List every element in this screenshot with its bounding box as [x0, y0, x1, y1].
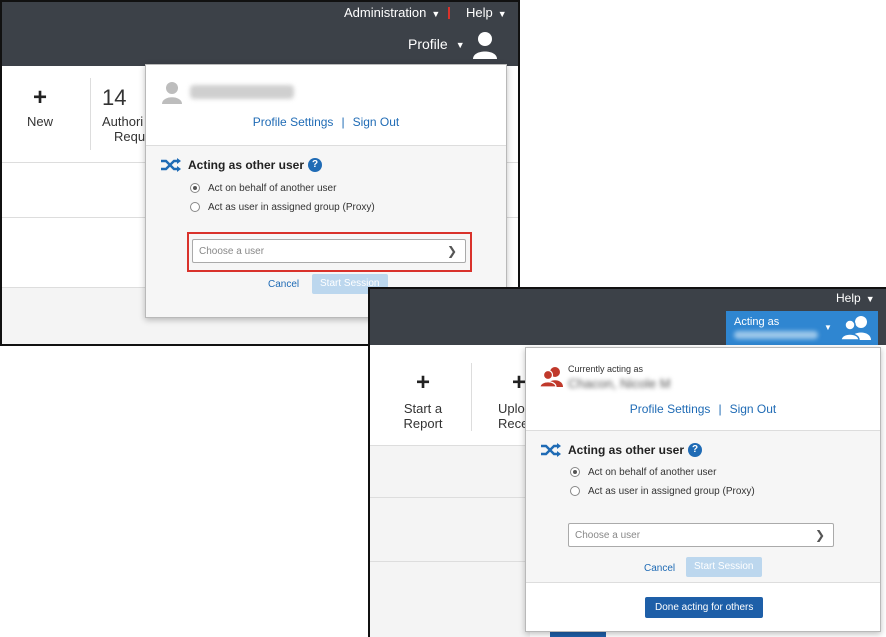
acting-as-menu[interactable]: Acting as ▼: [726, 311, 878, 345]
option-proxy-label: Act as user in assigned group (Proxy): [208, 202, 375, 213]
menu-divider: [448, 7, 450, 19]
acting-user-name: Chacon, Nicole M: [568, 376, 671, 391]
acting-heading-row: Acting as other user?: [540, 441, 703, 459]
radio-behalf[interactable]: [190, 183, 200, 194]
blurred-acting-name: [734, 331, 818, 339]
acting-as-label: Acting as: [734, 316, 780, 328]
help-label: Help: [836, 291, 861, 305]
acting-heading-row: Acting as other user?: [160, 156, 323, 174]
sign-out-link[interactable]: Sign Out: [353, 115, 400, 129]
start-report-line1: Start a: [403, 401, 443, 416]
chevron-down-icon: ❯: [446, 244, 457, 258]
profile-links: Profile Settings | Sign Out: [146, 113, 506, 131]
caret-down-icon: ▼: [455, 40, 465, 51]
acting-heading: Acting as other user: [188, 158, 305, 172]
help-icon[interactable]: ?: [308, 157, 323, 172]
proxy-users-icon: [540, 367, 563, 388]
caret-down-icon: ▼: [431, 8, 441, 19]
radio-proxy[interactable]: [570, 486, 580, 497]
shuffle-icon: [161, 157, 181, 172]
shuffle-icon: [541, 442, 561, 457]
row-divider: [370, 497, 530, 498]
profile-links: Profile Settings | Sign Out: [526, 400, 880, 418]
radio-behalf[interactable]: [570, 467, 580, 478]
option-behalf-label: Act on behalf of another user: [208, 183, 337, 194]
caret-down-icon: ▼: [865, 293, 875, 304]
link-separator: |: [341, 115, 345, 129]
top-navigation-bar: Help ▼ Acting as ▼: [370, 289, 886, 345]
choose-user-select[interactable]: Choose a user ❯: [192, 239, 466, 263]
plus-icon: +: [415, 369, 430, 396]
help-label: Help: [466, 5, 493, 20]
administration-label: Administration: [344, 5, 427, 20]
profile-menu[interactable]: Profile ▼: [408, 36, 465, 52]
help-menu[interactable]: Help ▼: [836, 291, 875, 305]
tile-divider: [471, 363, 472, 431]
tile-divider: [90, 78, 91, 150]
profile-settings-link[interactable]: Profile Settings: [630, 402, 711, 416]
option-behalf-label: Act on behalf of another user: [588, 467, 717, 478]
caret-down-icon: ▼: [497, 8, 507, 19]
row-divider: [370, 445, 530, 446]
new-label: New: [26, 114, 53, 129]
option-proxy[interactable]: Act as user in assigned group (Proxy): [570, 486, 755, 497]
start-report-line2: Report: [403, 416, 443, 431]
chevron-down-icon: ❯: [814, 528, 825, 542]
choose-user-placeholder: Choose a user: [199, 246, 265, 257]
start-session-button[interactable]: Start Session: [686, 557, 762, 577]
acting-as-section: Acting as other user? Act on behalf of a…: [526, 430, 880, 582]
plus-icon: +: [32, 84, 47, 111]
profile-dropdown-panel: Profile Settings | Sign Out Acting as othe…: [145, 64, 507, 318]
help-menu[interactable]: Help ▼: [466, 5, 507, 20]
option-proxy-label: Act as user in assigned group (Proxy): [588, 486, 755, 497]
cancel-button[interactable]: Cancel: [644, 563, 675, 574]
done-acting-button[interactable]: Done acting for others: [645, 597, 764, 618]
panel-divider: [526, 582, 880, 583]
content-band: [370, 445, 530, 637]
choose-user-placeholder: Choose a user: [575, 530, 641, 541]
administration-menu[interactable]: Administration ▼: [344, 5, 440, 20]
user-avatar-icon: [162, 82, 182, 104]
help-icon[interactable]: ?: [688, 442, 703, 457]
row-divider: [370, 561, 530, 562]
users-group-icon: [840, 316, 871, 341]
choose-user-select[interactable]: Choose a user ❯: [568, 523, 834, 547]
start-report-tile[interactable]: + Start a Report: [394, 369, 452, 432]
currently-acting-label: Currently acting as: [568, 364, 644, 374]
new-tile[interactable]: + New: [20, 84, 60, 130]
sign-out-link[interactable]: Sign Out: [730, 402, 777, 416]
screenshot-acting-as: Help ▼ Acting as ▼ + Start a Report + Upl…: [368, 287, 886, 637]
cancel-button[interactable]: Cancel: [268, 279, 299, 290]
profile-settings-link[interactable]: Profile Settings: [253, 115, 334, 129]
link-separator: |: [718, 402, 722, 416]
acting-as-dropdown-panel: Currently acting as Chacon, Nicole M Pro…: [525, 347, 881, 632]
profile-label: Profile: [408, 36, 448, 52]
blurred-user-name: [190, 85, 294, 99]
option-behalf[interactable]: Act on behalf of another user: [570, 467, 716, 478]
radio-proxy[interactable]: [190, 202, 200, 213]
option-proxy[interactable]: Act as user in assigned group (Proxy): [190, 202, 375, 213]
acting-heading: Acting as other user: [568, 443, 685, 457]
caret-down-icon: ▼: [824, 323, 832, 332]
top-navigation-bar: Administration ▼ Help ▼ Profile ▼: [2, 2, 518, 66]
option-behalf[interactable]: Act on behalf of another user: [190, 183, 336, 194]
user-avatar-icon[interactable]: [472, 30, 498, 60]
